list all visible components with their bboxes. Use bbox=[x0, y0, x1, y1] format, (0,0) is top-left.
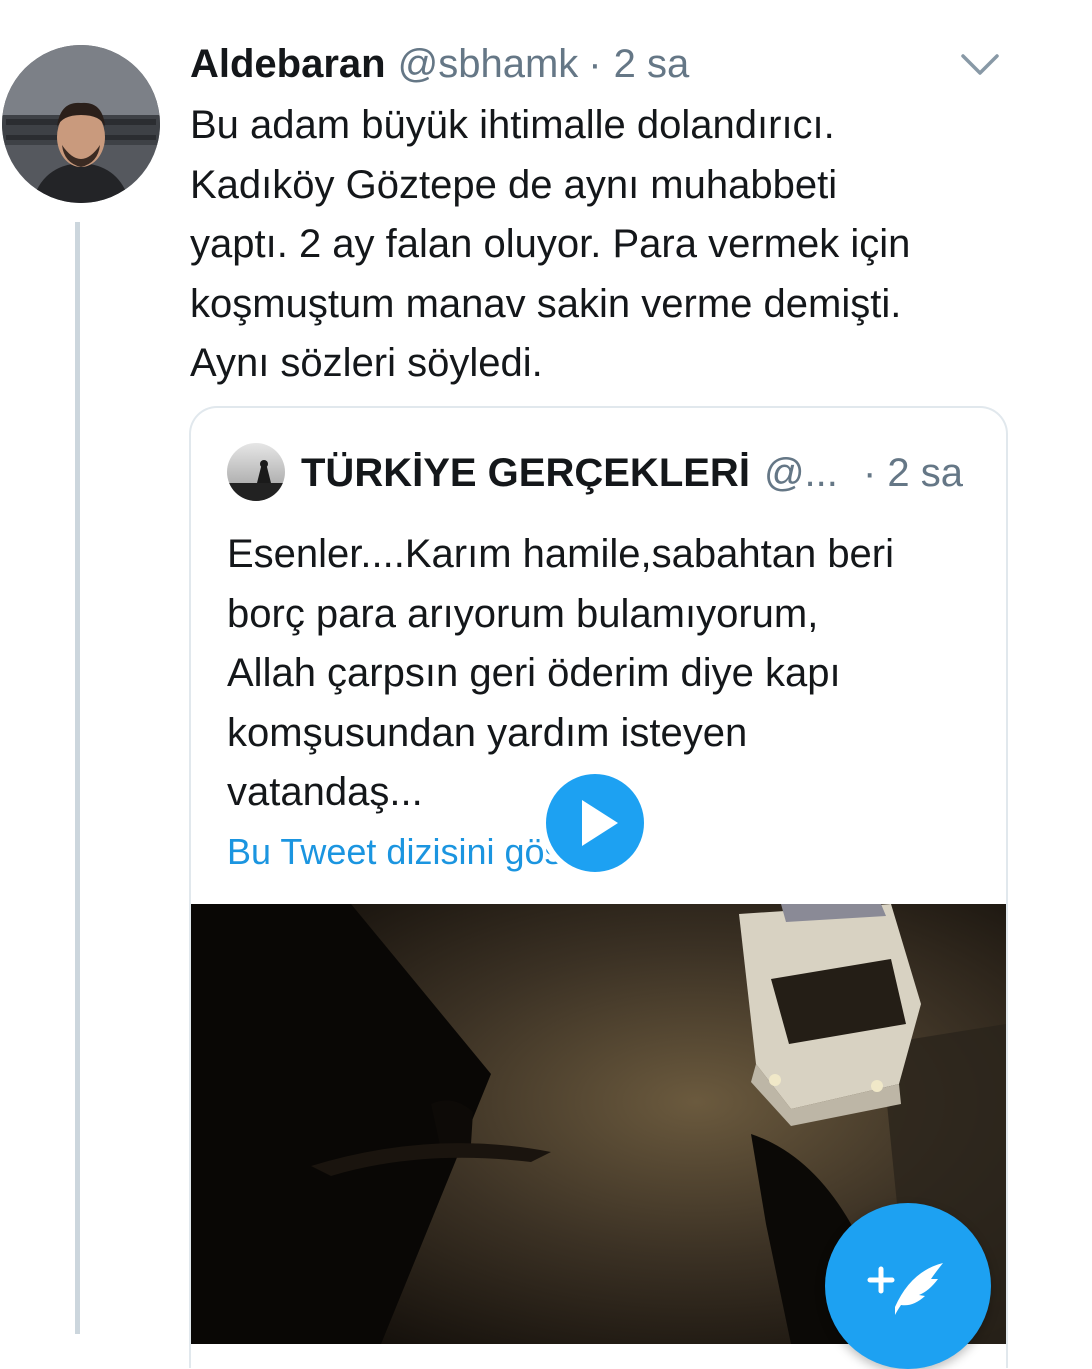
author-name[interactable]: Aldebaran bbox=[190, 38, 386, 90]
header-separator: · bbox=[588, 42, 602, 86]
quoted-text-line: Allah çarpsın geri öderim diye kapı bbox=[227, 651, 841, 695]
tweet-text: Bu adam büyük ihtimalle dolandırıcı. Kad… bbox=[190, 96, 1050, 394]
quoted-tweet-header: TÜRKİYE GERÇEKLERİ @... bbox=[301, 448, 838, 498]
quoted-text-line: komşusundan yardım isteyen bbox=[227, 710, 748, 755]
tweet-timestamp[interactable]: 2 sa bbox=[614, 38, 690, 90]
author-avatar[interactable] bbox=[2, 45, 160, 203]
compose-tweet-icon bbox=[867, 1263, 943, 1315]
tweet-text-line: Bu adam büyük ihtimalle dolandırıcı. bbox=[190, 103, 835, 147]
tweet-text-line: koşmuştum manav sakin verme demişti. bbox=[190, 281, 902, 326]
quoted-author-name: TÜRKİYE GERÇEKLERİ bbox=[301, 451, 750, 495]
quoted-text-line: borç para arıyorum bulamıyorum, bbox=[227, 591, 819, 636]
quoted-author-handle: @... bbox=[763, 451, 838, 495]
thread-connector-line bbox=[75, 222, 80, 1334]
play-icon[interactable] bbox=[538, 766, 652, 880]
tweet-header: Aldebaran @sbhamk · 2 sa bbox=[190, 38, 689, 90]
quoted-text-line: Esenler....Karım hamile,sabahtan beri bbox=[227, 532, 895, 576]
quoted-tweet-timestamp: · 2 sa bbox=[863, 451, 964, 495]
author-handle[interactable]: @sbhamk bbox=[398, 38, 579, 90]
quoted-author-avatar bbox=[227, 443, 285, 501]
chevron-down-icon[interactable] bbox=[956, 46, 1004, 82]
tweet-text-line: yaptı. 2 ay falan oluyor. Para vermek iç… bbox=[190, 222, 911, 266]
tweet-text-line: Kadıköy Göztepe de aynı muhabbeti bbox=[190, 162, 838, 207]
compose-tweet-button[interactable] bbox=[825, 1203, 991, 1369]
tweet-text-line: Aynı sözleri söyledi. bbox=[190, 341, 543, 385]
